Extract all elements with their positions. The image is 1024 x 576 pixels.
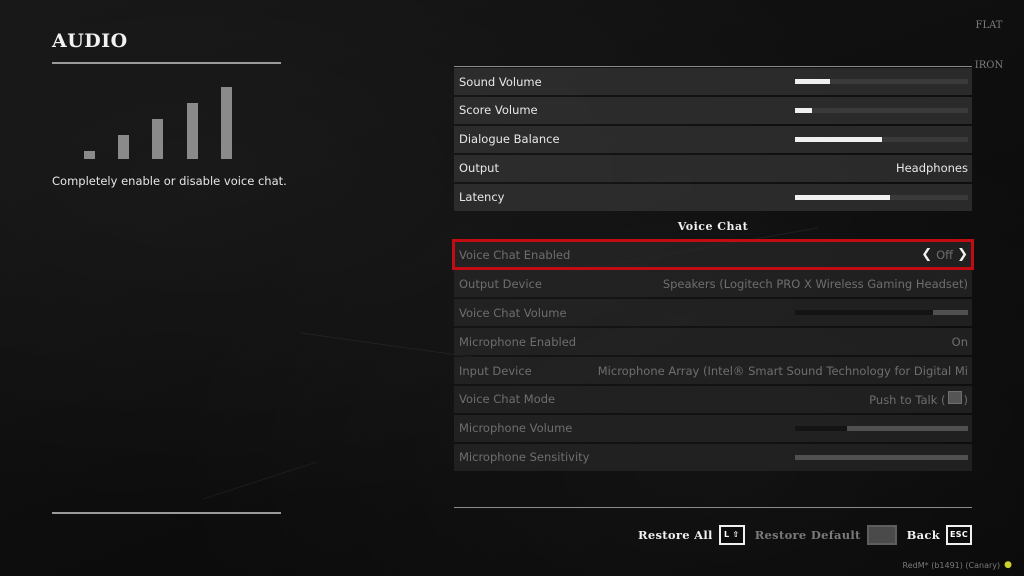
microphone-volume-slider[interactable] [795,425,968,431]
voice-chat-mode-value: Push to Talk () [869,391,968,407]
microphone-volume-row[interactable]: Microphone Volume [454,414,972,442]
voice-chat-mode-row[interactable]: Voice Chat Mode Push to Talk () [454,385,972,413]
texture-scratch [202,461,318,500]
voice-chat-enabled-value: Off [936,247,954,262]
output-label: Output [459,161,499,176]
score-volume-row[interactable]: Score Volume [454,96,972,124]
voice-chat-mode-text: Push to Talk ( [869,393,946,408]
restore-all-button[interactable]: Restore All L ⇧ [638,525,745,545]
settings-top-divider [454,66,972,67]
output-device-value: Speakers (Logitech PRO X Wireless Gaming… [662,276,968,291]
voice-chat-enabled-row[interactable]: Voice Chat Enabled ❮ Off ❯ [452,239,974,271]
voice-chat-enabled-toggle[interactable]: ❮ Off ❯ [921,247,968,262]
signal-bar [187,103,198,159]
slider-fill [795,107,813,113]
latency-row[interactable]: Latency [454,183,972,211]
signal-bar [152,119,163,159]
voice-chat-enabled-label: Voice Chat Enabled [459,247,571,262]
signal-bar [221,87,232,159]
microphone-sensitivity-slider[interactable] [795,454,968,460]
settings-list: Sound Volume Score Volume Dialogue Balan… [452,68,974,473]
output-device-label: Output Device [459,276,542,291]
score-volume-slider[interactable] [795,107,968,113]
output-value: Headphones [895,161,968,176]
build-info-text: RedM* (b1491) (Canary) [902,560,1001,570]
chevron-right-icon[interactable]: ❯ [957,247,968,262]
settings-bottom-divider [454,507,972,508]
microphone-sensitivity-row[interactable]: Microphone Sensitivity [454,443,972,471]
score-volume-label: Score Volume [459,103,538,118]
slider-fill [795,310,934,316]
microphone-enabled-row[interactable]: Microphone Enabled On [454,328,972,356]
signal-bar [84,151,95,159]
setting-description: Completely enable or disable voice chat. [52,174,287,188]
signal-bar [118,135,129,159]
chevron-left-icon[interactable]: ❮ [921,247,932,262]
dialogue-balance-row[interactable]: Dialogue Balance [454,125,972,153]
slider-fill [795,194,891,200]
dialogue-balance-label: Dialogue Balance [459,132,560,147]
voice-chat-volume-label: Voice Chat Volume [459,305,567,320]
restore-default-button[interactable]: Restore Default [755,525,897,545]
input-device-row[interactable]: Input Device Microphone Array (Intel® Sm… [454,357,972,385]
restore-default-key [866,525,897,545]
slider-fill [795,136,882,142]
dialogue-balance-slider[interactable] [795,136,968,142]
input-device-label: Input Device [459,363,532,378]
latency-slider[interactable] [795,194,968,200]
back-button[interactable]: Back ESC [907,525,972,545]
microphone-sensitivity-label: Microphone Sensitivity [459,450,590,465]
leaf-icon: ● [1004,560,1012,570]
game-logo: FLAT IRON [974,20,1004,71]
microphone-volume-label: Microphone Volume [459,421,573,436]
output-row[interactable]: Output Headphones [454,154,972,182]
voice-chat-section-header: Voice Chat [677,219,749,233]
voice-chat-mode-suffix: ) [963,393,969,408]
voice-chat-mode-label: Voice Chat Mode [459,392,556,407]
slider-fill [795,425,847,431]
latency-label: Latency [459,190,505,205]
left-bottom-divider [52,512,281,514]
sound-volume-label: Sound Volume [459,74,542,89]
input-device-value: Microphone Array (Intel® Smart Sound Tec… [597,363,968,378]
restore-all-label: Restore All [638,528,713,542]
voice-chat-volume-slider[interactable] [795,310,968,316]
microphone-enabled-value: On [951,334,968,349]
voice-chat-volume-row[interactable]: Voice Chat Volume [454,299,972,327]
microphone-enabled-label: Microphone Enabled [459,334,577,349]
build-info: RedM* (b1491) (Canary) ● [903,560,1012,570]
sound-volume-slider[interactable] [795,79,968,84]
footer-actions: Restore All L ⇧ Restore Default Back ESC [638,525,972,545]
texture-scratch [300,332,480,359]
back-key: ESC [946,525,972,545]
sound-volume-row[interactable]: Sound Volume [454,68,972,95]
restore-all-key: L ⇧ [718,525,745,545]
back-label: Back [906,528,940,542]
output-device-row[interactable]: Output Device Speakers (Logitech PRO X W… [454,270,972,298]
restore-default-label: Restore Default [754,528,861,542]
title-divider [52,62,281,64]
page-title: AUDIO [52,30,128,52]
slider-fill [795,79,830,84]
push-to-talk-key [947,391,962,405]
